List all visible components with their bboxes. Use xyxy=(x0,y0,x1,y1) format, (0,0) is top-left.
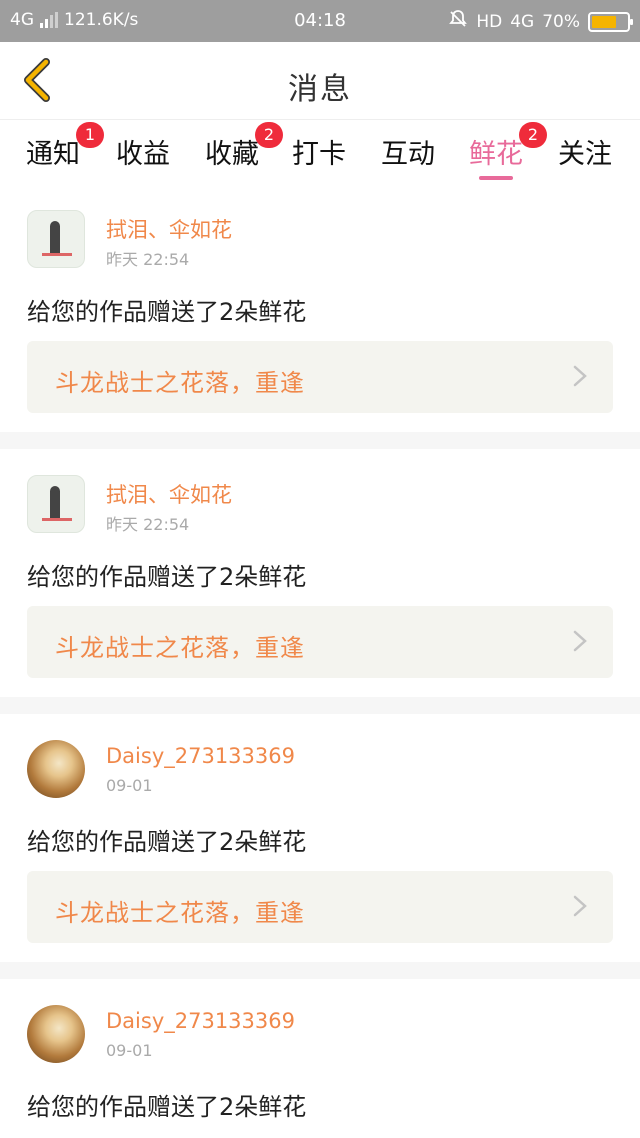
badge: 1 xyxy=(76,122,104,148)
work-title: 斗龙战士之花落，重逢 xyxy=(55,369,305,397)
avatar[interactable] xyxy=(27,475,85,533)
work-title: 斗龙战士之花落，重逢 xyxy=(55,899,305,927)
user-name[interactable]: Daisy_273133369 xyxy=(106,1009,295,1033)
tab-following[interactable]: 关注 xyxy=(558,132,612,178)
tab-interaction[interactable]: 互动 xyxy=(381,132,435,178)
message-card: Daisy_273133369 09-01 给您的作品赠送了2朵鲜花 斗龙战士之… xyxy=(0,714,640,962)
tab-notice[interactable]: 通知 1 xyxy=(26,122,104,178)
work-title: 斗龙战士之花落，重逢 xyxy=(55,634,305,662)
active-tab-indicator xyxy=(479,176,513,180)
avatar[interactable] xyxy=(27,210,85,268)
avatar[interactable] xyxy=(27,740,85,798)
timestamp: 09-01 xyxy=(106,1041,153,1060)
tab-label: 鲜花 xyxy=(469,139,523,170)
status-bar: 4G 121.6K/s 04:18 HD 4G 70% xyxy=(0,0,640,42)
battery-percent: 70% xyxy=(542,11,580,32)
nav-bar: 消息 xyxy=(0,42,640,120)
user-name[interactable]: Daisy_273133369 xyxy=(106,744,295,768)
tab-label: 关注 xyxy=(558,139,612,170)
battery-icon xyxy=(588,11,633,32)
tab-label: 通知 xyxy=(26,139,80,170)
network-type-right: 4G xyxy=(510,11,535,32)
chevron-right-icon xyxy=(573,630,587,652)
message-text: 给您的作品赠送了2朵鲜花 xyxy=(27,563,307,591)
timestamp: 昨天 22:54 xyxy=(106,250,190,269)
tab-favorites[interactable]: 收藏 2 xyxy=(205,122,283,178)
tab-label: 互动 xyxy=(381,139,435,170)
work-link[interactable]: 斗龙战士之花落，重逢 xyxy=(27,871,613,943)
mute-bell-icon xyxy=(448,9,468,34)
message-list[interactable]: 拭泪、伞如花 昨天 22:54 给您的作品赠送了2朵鲜花 斗龙战士之花落，重逢 … xyxy=(0,184,640,1138)
tab-label: 打卡 xyxy=(292,139,346,170)
tab-checkin[interactable]: 打卡 xyxy=(292,132,346,178)
message-card: 拭泪、伞如花 昨天 22:54 给您的作品赠送了2朵鲜花 斗龙战士之花落，重逢 xyxy=(0,184,640,432)
user-name[interactable]: 拭泪、伞如花 xyxy=(106,214,232,244)
message-text: 给您的作品赠送了2朵鲜花 xyxy=(27,828,307,856)
chevron-right-icon xyxy=(573,895,587,917)
tab-label: 收益 xyxy=(116,139,170,170)
message-card: Daisy_273133369 09-01 给您的作品赠送了2朵鲜花 xyxy=(0,979,640,1138)
message-card: 拭泪、伞如花 昨天 22:54 给您的作品赠送了2朵鲜花 斗龙战士之花落，重逢 xyxy=(0,449,640,697)
status-right: HD 4G 70% xyxy=(448,9,633,34)
user-name[interactable]: 拭泪、伞如花 xyxy=(106,479,232,509)
work-link[interactable]: 斗龙战士之花落，重逢 xyxy=(27,341,613,413)
tab-label: 收藏 xyxy=(205,139,259,170)
tab-earnings[interactable]: 收益 xyxy=(116,132,170,178)
badge: 2 xyxy=(255,122,283,148)
work-link[interactable]: 斗龙战士之花落，重逢 xyxy=(27,606,613,678)
chevron-right-icon xyxy=(573,365,587,387)
message-text: 给您的作品赠送了2朵鲜花 xyxy=(27,298,307,326)
timestamp: 昨天 22:54 xyxy=(106,515,190,534)
hd-label: HD xyxy=(476,11,503,32)
message-text: 给您的作品赠送了2朵鲜花 xyxy=(27,1093,307,1121)
tab-flowers[interactable]: 鲜花 2 xyxy=(469,122,547,180)
tab-bar: 通知 1 收益 收藏 2 打卡 互动 鲜花 2 关注 xyxy=(0,120,640,184)
badge: 2 xyxy=(519,122,547,148)
timestamp: 09-01 xyxy=(106,776,153,795)
avatar[interactable] xyxy=(27,1005,85,1063)
page-title: 消息 xyxy=(288,72,352,107)
